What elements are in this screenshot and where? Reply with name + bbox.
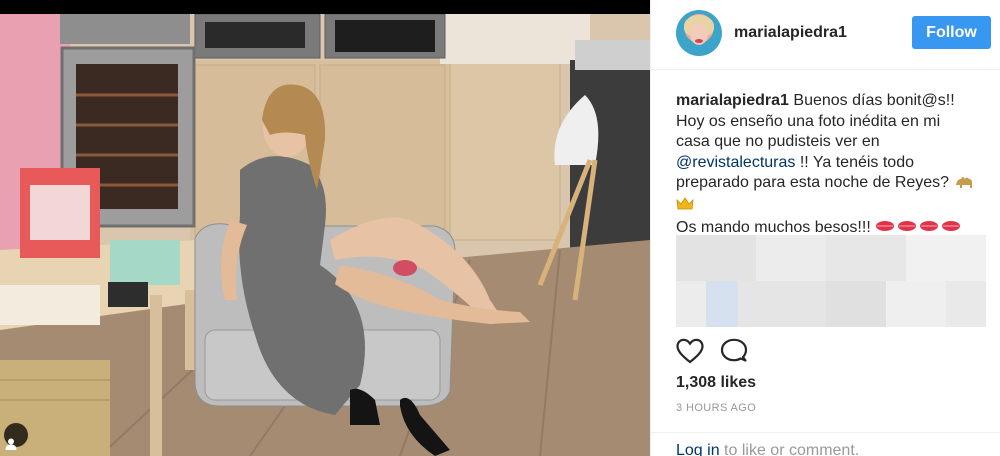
caption-username[interactable]: marialapiedra1 <box>676 92 789 109</box>
caption-line-5: preparado para esta noche de Reyes? <box>676 174 950 191</box>
caption-line-2: Hoy os enseño una foto inédita en mi <box>676 112 941 130</box>
post-photo[interactable] <box>0 0 650 456</box>
likes-count[interactable]: 1,308 likes <box>676 374 756 392</box>
post-sidebar: marialapiedra1 Follow marialapiedra1 Bue… <box>650 0 1000 456</box>
divider <box>651 432 1000 433</box>
login-prompt-text: to like or comment. <box>724 442 860 456</box>
header-username[interactable]: marialapiedra1 <box>734 24 847 42</box>
heart-icon[interactable] <box>676 338 704 369</box>
login-link[interactable]: Log in <box>676 442 720 456</box>
camel-emoji <box>954 173 974 196</box>
post-header: marialapiedra1 Follow <box>651 0 1000 70</box>
follow-button[interactable]: Follow <box>912 16 991 49</box>
caption-line-1: Buenos días bonit@s!! <box>793 92 955 109</box>
login-prompt: Log in to like or comment. <box>651 432 1000 456</box>
comment-icon[interactable] <box>720 338 748 369</box>
post-caption: marialapiedra1 Buenos días bonit@s!! Hoy… <box>676 91 988 241</box>
photo-top-bar <box>0 0 650 14</box>
caption-line-4: !! Ya tenéis todo <box>799 153 914 171</box>
caption-line-7: Os mando muchos besos!!! <box>676 219 871 236</box>
post-timestamp[interactable]: 3 HOURS AGO <box>676 402 756 414</box>
caption-line-3: casa que no pudisteis ver en <box>676 133 880 150</box>
avatar[interactable] <box>676 10 722 56</box>
kitchen-scene-illustration <box>0 14 650 456</box>
crown-emoji <box>676 196 694 219</box>
user-tag-icon[interactable] <box>4 423 28 450</box>
caption-mention-link[interactable]: @revistalecturas <box>676 154 795 171</box>
pixelated-comments <box>676 235 986 327</box>
